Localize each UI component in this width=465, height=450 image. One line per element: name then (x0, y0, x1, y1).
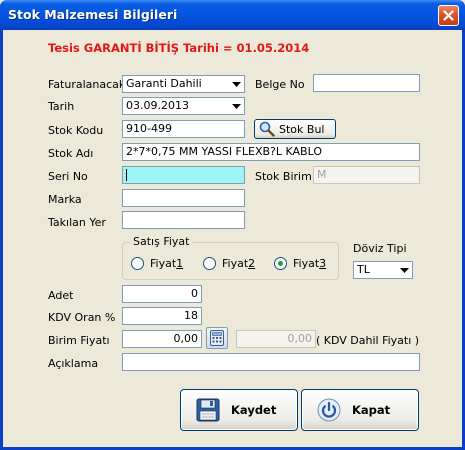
radio-circle[interactable] (131, 257, 144, 270)
text-caret (126, 169, 127, 181)
kdv-dahil-fiyati-label: ( KDV Dahil Fiyatı ) (316, 334, 420, 347)
close-button[interactable] (438, 5, 459, 26)
fiyat-2-key: 2 (248, 257, 256, 270)
fiyat-3-key: 3 (319, 257, 327, 270)
stok-adi-label: Stok Adı (48, 147, 94, 160)
birim-fiyati-label: Birim Fiyatı (48, 334, 110, 347)
belge-no-input[interactable] (313, 74, 420, 92)
calculator-button[interactable] (206, 327, 228, 349)
window-title: Stok Malzemesi Bilgileri (8, 7, 178, 22)
chevron-down-icon[interactable] (229, 76, 244, 92)
kdv-dahil-fiyati-input: 0,00 (236, 330, 316, 348)
kapat-label: Kapat (352, 403, 391, 417)
stok-birim-label: Stok Birim (255, 170, 312, 183)
tarih-date-picker[interactable]: 03.09.2013 (122, 97, 245, 115)
faturalanacak-value: Garanti Dahili (126, 77, 202, 90)
takilan-yer-input[interactable] (122, 211, 245, 229)
dialog-window: Stok Malzemesi Bilgileri Tesis GARANTİ B… (0, 0, 465, 450)
tarih-value: 03.09.2013 (126, 99, 189, 112)
doviz-tipi-value: TL (357, 263, 370, 276)
fiyat-3-label: Fiyat (293, 257, 320, 270)
seri-no-label: Seri No (48, 170, 88, 183)
chevron-down-icon[interactable] (397, 262, 412, 278)
fiyat-1-key: 1 (176, 257, 184, 270)
kdv-oran-input[interactable]: 18 (122, 307, 202, 325)
floppy-disk-icon (196, 398, 220, 422)
stok-birim-input: M (313, 166, 420, 184)
kdv-oran-label: KDV Oran % (48, 311, 116, 324)
faturalanacak-select[interactable]: Garanti Dahili (122, 75, 245, 93)
title-bar[interactable]: Stok Malzemesi Bilgileri (0, 0, 465, 30)
doviz-tipi-select[interactable]: TL (353, 261, 413, 279)
stok-kodu-label: Stok Kodu (48, 124, 104, 137)
fiyat-2-label: Fiyat (222, 257, 249, 270)
adet-input[interactable]: 0 (122, 285, 202, 303)
stok-adi-input[interactable]: 2*7*0,75 MM YASSI FLEXB?L KABLO (122, 143, 420, 161)
power-icon (317, 398, 341, 422)
doviz-tipi-label: Döviz Tipi (353, 242, 407, 255)
calculator-icon (210, 330, 224, 346)
faturalanacak-label: Faturalanacak (48, 78, 126, 91)
kaydet-label: Kaydet (231, 403, 277, 417)
kaydet-button[interactable]: Kaydet (180, 389, 298, 431)
stok-bul-label: Stok Bul (279, 122, 325, 136)
tarih-label: Tarih (48, 100, 75, 113)
radio-circle[interactable] (203, 257, 216, 270)
seri-no-input[interactable] (122, 166, 245, 184)
fiyat-3-radio[interactable]: Fiyat 3 (274, 257, 326, 270)
aciklama-input[interactable] (122, 353, 420, 371)
stok-kodu-input[interactable]: 910-499 (122, 120, 245, 138)
kapat-button[interactable]: Kapat (301, 389, 419, 431)
fiyat-2-radio[interactable]: Fiyat 2 (203, 257, 255, 270)
fiyat-1-radio[interactable]: Fiyat 1 (131, 257, 183, 270)
close-icon (443, 10, 454, 21)
radio-circle-selected[interactable] (274, 257, 287, 270)
marka-label: Marka (48, 193, 82, 206)
form-content: Tesis GARANTİ BİTİŞ Tarihi = 01.05.2014 … (3, 30, 462, 447)
adet-label: Adet (48, 289, 74, 302)
fiyat-1-label: Fiyat (150, 257, 177, 270)
warranty-warning: Tesis GARANTİ BİTİŞ Tarihi = 01.05.2014 (48, 41, 310, 55)
stok-bul-button[interactable]: Stok Bul (254, 119, 336, 139)
aciklama-label: Açıklama (48, 357, 99, 370)
marka-input[interactable] (122, 189, 245, 207)
takilan-yer-label: Takılan Yer (48, 216, 106, 229)
belge-no-label: Belge No (255, 78, 305, 91)
chevron-down-icon[interactable] (229, 98, 244, 114)
satis-fiyat-legend: Satış Fiyat (130, 235, 193, 248)
magnifier-icon (259, 121, 275, 137)
birim-fiyati-input[interactable]: 0,00 (122, 330, 202, 348)
satis-fiyat-group: Satış Fiyat Fiyat 1 Fiyat 2 Fiyat 3 (122, 235, 339, 280)
